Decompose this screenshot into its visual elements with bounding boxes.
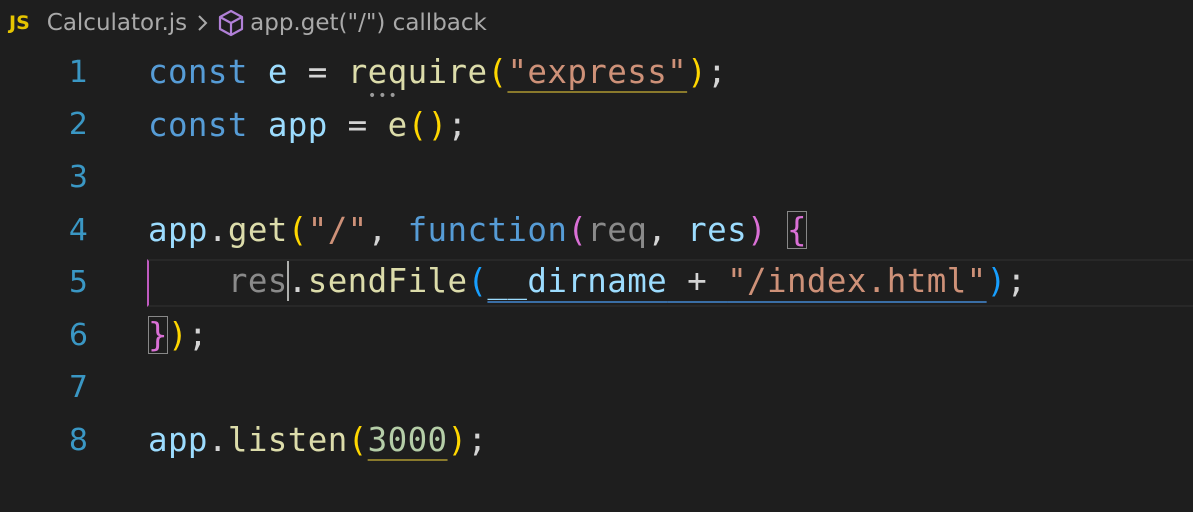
line-content[interactable]: res.sendFile(__dirname + "/index.html"); xyxy=(148,261,1027,303)
code-editor[interactable]: JS Calculator.js app.get("/") callback 1… xyxy=(0,0,1193,512)
javascript-file-icon: JS xyxy=(9,12,30,34)
line-number: 3 xyxy=(68,159,88,195)
token: res xyxy=(687,211,748,250)
line-number: 8 xyxy=(68,422,88,458)
breadcrumb-file[interactable]: Calculator.js xyxy=(47,10,187,36)
text-cursor xyxy=(286,261,289,302)
token: = xyxy=(327,105,388,144)
breadcrumb-symbol[interactable]: app.get("/") callback xyxy=(250,10,487,36)
token: ( xyxy=(347,421,368,460)
matched-bracket: } xyxy=(148,316,168,355)
code-line[interactable]: 3 xyxy=(0,151,1193,204)
token: ( xyxy=(467,262,488,301)
token: . xyxy=(207,421,228,460)
token: . xyxy=(287,262,308,301)
code-line-current[interactable]: 5 res.sendFile(__dirname + "/index.html"… xyxy=(0,256,1193,309)
token: ; xyxy=(447,105,468,144)
token: ( xyxy=(407,105,428,144)
token: __dirname xyxy=(487,262,668,301)
token: e xyxy=(267,53,288,92)
code-line[interactable]: 6 }); xyxy=(0,309,1193,362)
token: ( xyxy=(287,211,308,250)
token: ) xyxy=(747,211,768,250)
token: require xyxy=(347,53,488,92)
matched-bracket: { xyxy=(786,211,807,250)
token: sendFile xyxy=(307,262,468,301)
breadcrumb: JS Calculator.js app.get("/") callback xyxy=(0,0,487,46)
line-content[interactable]: app.get("/", function(req, res) { xyxy=(148,211,807,250)
token: get xyxy=(227,211,288,250)
code-line[interactable]: 4 app.get("/", function(req, res) { xyxy=(0,204,1193,257)
token: ; xyxy=(187,316,208,355)
token: ) xyxy=(167,316,188,355)
token: const xyxy=(148,105,248,144)
token: listen xyxy=(227,421,348,460)
token: ) xyxy=(687,53,708,92)
token: "express" xyxy=(507,53,688,92)
token: ; xyxy=(1006,262,1027,301)
token: ) xyxy=(427,105,448,144)
token: 3000 xyxy=(367,421,448,460)
token: + xyxy=(667,262,728,301)
line-number: 7 xyxy=(68,370,88,406)
token: app xyxy=(267,105,328,144)
token: res xyxy=(227,262,288,301)
line-content[interactable]: app.listen(3000); xyxy=(148,421,487,459)
code-line[interactable]: 8 app.listen(3000); xyxy=(0,414,1193,467)
token: . xyxy=(207,211,228,250)
token: ( xyxy=(487,53,508,92)
line-number: 5 xyxy=(68,265,88,301)
token: function xyxy=(407,211,568,250)
code-area[interactable]: 1 const e = require("express"); ••• 2 co… xyxy=(0,46,1193,467)
token: ; xyxy=(467,421,488,460)
token: , xyxy=(647,211,688,250)
line-content[interactable]: const e = require("express"); xyxy=(148,53,727,91)
chevron-right-icon xyxy=(197,13,209,33)
token: app xyxy=(148,211,208,250)
code-line[interactable]: 7 xyxy=(0,362,1193,415)
code-line[interactable]: 2 const app = e(); xyxy=(0,99,1193,152)
token: e xyxy=(387,105,408,144)
code-line[interactable]: 1 const e = require("express"); ••• xyxy=(0,46,1193,104)
line-content[interactable]: }); xyxy=(148,316,208,355)
token: ; xyxy=(707,53,728,92)
token: ) xyxy=(447,421,468,460)
token: const xyxy=(148,53,248,92)
token: , xyxy=(367,211,408,250)
line-number: 1 xyxy=(68,54,88,90)
line-number: 2 xyxy=(68,107,88,143)
cube-icon xyxy=(218,9,244,37)
line-number: 6 xyxy=(68,317,88,353)
token: ( xyxy=(567,211,588,250)
line-content[interactable]: const app = e(); xyxy=(148,106,468,144)
token: "/" xyxy=(307,211,368,250)
token: "/index.html" xyxy=(727,262,987,301)
token: ) xyxy=(986,262,1007,301)
token: = xyxy=(287,53,348,92)
line-number: 4 xyxy=(68,212,88,248)
token: req xyxy=(587,211,648,250)
token: app xyxy=(148,421,208,460)
